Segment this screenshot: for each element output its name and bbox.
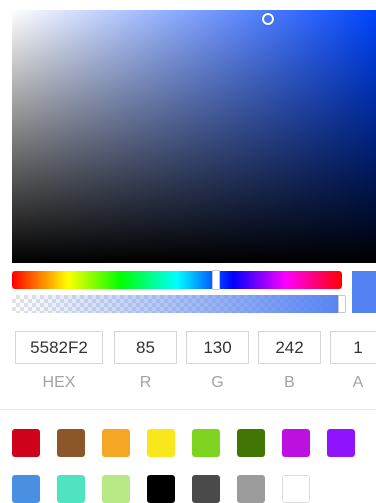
preset-swatch[interactable]: [327, 429, 355, 457]
g-input[interactable]: [187, 332, 248, 363]
g-label: G: [211, 374, 224, 391]
a-label: A: [352, 374, 364, 391]
saturation-area[interactable]: [12, 10, 376, 263]
g-field-box[interactable]: [186, 331, 249, 364]
hex-input[interactable]: [16, 332, 102, 363]
preset-swatch[interactable]: [102, 475, 130, 503]
preset-swatch[interactable]: [282, 429, 310, 457]
hex-label: HEX: [42, 374, 76, 391]
hex-field-box[interactable]: [15, 331, 103, 364]
b-field-box[interactable]: [258, 331, 321, 364]
preset-swatch[interactable]: [237, 429, 265, 457]
b-label: B: [284, 374, 295, 391]
preset-swatch[interactable]: [192, 475, 220, 503]
preset-swatch[interactable]: [12, 429, 40, 457]
preset-swatch[interactable]: [192, 429, 220, 457]
preset-swatch[interactable]: [282, 475, 310, 503]
preset-swatch[interactable]: [102, 429, 130, 457]
hue-slider-thumb[interactable]: [212, 270, 220, 290]
saturation-black-gradient: [12, 10, 376, 263]
divider: [0, 409, 376, 410]
r-field-box[interactable]: [114, 331, 177, 364]
saturation-cursor[interactable]: [262, 13, 274, 25]
a-field-box[interactable]: [330, 331, 376, 364]
alpha-gradient: [12, 295, 346, 313]
preset-swatch[interactable]: [147, 429, 175, 457]
preset-swatch[interactable]: [12, 475, 40, 503]
hue-slider[interactable]: [12, 270, 342, 290]
preset-swatch[interactable]: [237, 475, 265, 503]
r-input[interactable]: [115, 332, 176, 363]
alpha-slider-thumb[interactable]: [338, 295, 346, 313]
current-color-preview: [352, 271, 376, 313]
preset-swatch[interactable]: [147, 475, 175, 503]
b-input[interactable]: [259, 332, 320, 363]
alpha-slider[interactable]: [12, 295, 346, 313]
preset-swatch[interactable]: [57, 429, 85, 457]
a-input[interactable]: [331, 332, 376, 363]
preset-swatch[interactable]: [57, 475, 85, 503]
r-label: R: [139, 374, 152, 391]
